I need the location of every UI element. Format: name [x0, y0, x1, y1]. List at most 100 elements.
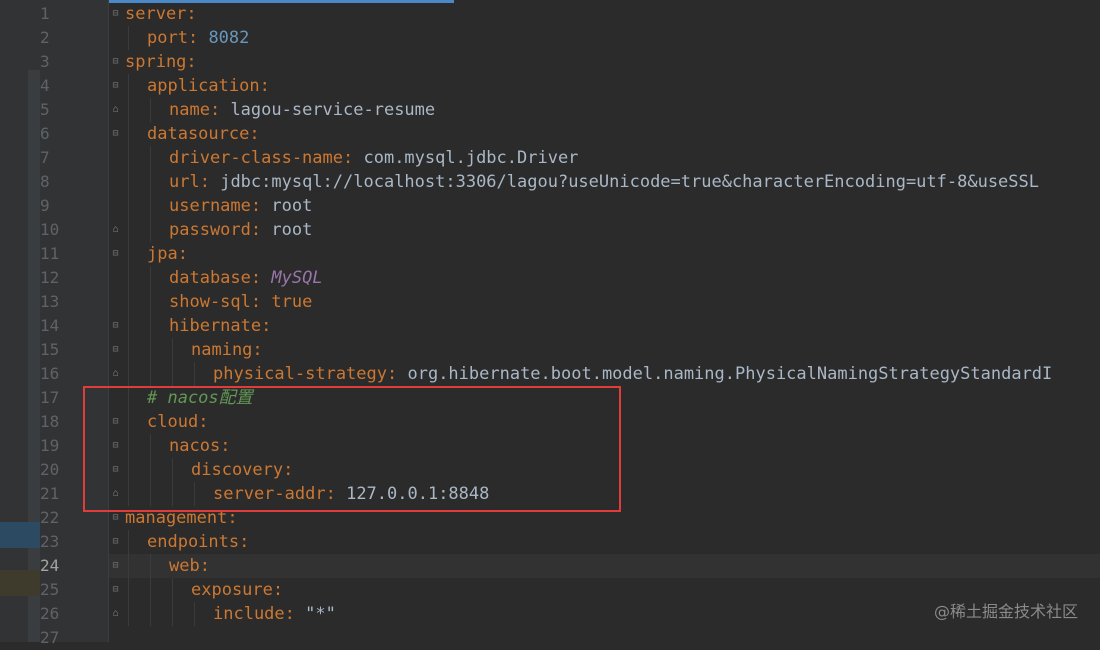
line-number: 10: [40, 220, 60, 239]
yaml-value: MySQL: [271, 268, 323, 288]
fold-end-icon[interactable]: ⌂: [110, 104, 121, 115]
indent-guide: [172, 602, 173, 626]
fold-end-icon[interactable]: ⌂: [110, 488, 121, 499]
code-editor[interactable]: server: port: 8082 spring: application: name…: [109, 0, 1100, 642]
indent-guide: [150, 338, 151, 362]
indent-guide: [128, 218, 129, 242]
fold-end-icon[interactable]: ⌂: [110, 224, 121, 235]
yaml-value: 8082: [208, 28, 250, 48]
yaml-colon: :: [187, 28, 209, 48]
fold-toggle-icon[interactable]: ⊟: [110, 584, 121, 595]
indent-guide: [150, 362, 151, 386]
yaml-key: name: [169, 100, 210, 120]
fold-end-icon[interactable]: ⌂: [110, 608, 121, 619]
selected-file-marker: [0, 522, 40, 548]
yaml-colon: :: [250, 196, 272, 216]
yaml-colon: :: [261, 316, 272, 336]
fold-toggle-icon[interactable]: ⊟: [110, 440, 121, 451]
indent-guide: [128, 530, 129, 554]
fold-toggle-icon[interactable]: ⊟: [110, 464, 121, 475]
left-tool-strip: [0, 0, 40, 642]
watermark: @稀土掘金技术社区: [933, 602, 1078, 621]
yaml-colon: :: [252, 340, 263, 360]
yaml-value: "*": [305, 604, 336, 624]
code-line[interactable]: driver-class-name: com.mysql.jdbc.Driver: [109, 146, 1100, 170]
code-line[interactable]: username: root: [109, 194, 1100, 218]
yaml-key: username: [169, 196, 251, 216]
line-number: 3: [40, 52, 50, 71]
code-line[interactable]: name: lagou-service-resume: [109, 98, 1100, 122]
code-line[interactable]: spring:: [109, 50, 1100, 74]
yaml-colon: :: [239, 532, 250, 552]
indent-guide: [150, 170, 151, 194]
code-line[interactable]: physical-strategy: org.hibernate.boot.mo…: [109, 362, 1100, 386]
code-line[interactable]: endpoints:: [109, 530, 1100, 554]
indent-guide: [128, 194, 129, 218]
line-number: 14: [40, 316, 60, 335]
fold-end-icon[interactable]: ⌂: [110, 368, 121, 379]
code-line[interactable]: port: 8082: [109, 26, 1100, 50]
code-line[interactable]: web:: [109, 554, 1100, 578]
code-line[interactable]: hibernate:: [109, 314, 1100, 338]
fold-toggle-icon[interactable]: ⊟: [110, 128, 121, 139]
indent-guide: [150, 578, 151, 602]
yaml-key: exposure: [191, 580, 273, 600]
indent-guide: [128, 122, 129, 146]
code-line[interactable]: jpa:: [109, 242, 1100, 266]
indent-guide: [150, 602, 151, 626]
code-line[interactable]: password: root: [109, 218, 1100, 242]
yaml-key: datasource: [147, 124, 250, 144]
indent-guide: [128, 554, 129, 578]
yaml-key: web: [169, 556, 200, 576]
yaml-key: endpoints: [147, 532, 240, 552]
yaml-colon: :: [177, 244, 188, 264]
fold-toggle-icon[interactable]: ⊟: [110, 512, 121, 523]
fold-toggle-icon[interactable]: ⊟: [110, 416, 121, 427]
yaml-colon: :: [250, 292, 272, 312]
indent-guide: [128, 362, 129, 386]
fold-toggle-icon[interactable]: ⊟: [110, 8, 121, 19]
code-line[interactable]: naming:: [109, 338, 1100, 362]
indent-guide: [128, 290, 129, 314]
indent-guide: [150, 314, 151, 338]
indent-guide: [128, 170, 129, 194]
line-number: 26: [40, 604, 60, 623]
fold-toggle-icon[interactable]: ⊟: [110, 344, 121, 355]
fold-toggle-icon[interactable]: ⊟: [110, 80, 121, 91]
line-number: 15: [40, 340, 60, 359]
line-number: 4: [40, 76, 50, 95]
project-scrollbar[interactable]: [28, 70, 40, 642]
yaml-colon: :: [272, 580, 284, 600]
line-number: 23: [40, 532, 60, 551]
yaml-colon: :: [250, 268, 272, 288]
yaml-value: lagou-service-resume: [230, 100, 436, 120]
line-number: 6: [40, 124, 50, 143]
indent-guide: [150, 146, 151, 170]
yaml-key: database: [169, 268, 251, 288]
line-number: 27: [40, 628, 60, 647]
fold-toggle-icon[interactable]: ⊟: [110, 248, 121, 259]
fold-toggle-icon[interactable]: ⊟: [110, 560, 121, 571]
yaml-colon: :: [259, 76, 270, 96]
yaml-key: physical-strategy: [213, 364, 387, 384]
indent-guide: [172, 578, 173, 602]
code-line[interactable]: application:: [109, 74, 1100, 98]
fold-toggle-icon[interactable]: ⊟: [110, 56, 121, 67]
code-line[interactable]: show-sql: true: [109, 290, 1100, 314]
indent-guide: [150, 194, 151, 218]
yaml-colon: :: [209, 100, 231, 120]
yaml-key: include: [213, 604, 285, 624]
line-number: 25: [40, 580, 60, 599]
code-line[interactable]: datasource:: [109, 122, 1100, 146]
fold-toggle-icon[interactable]: ⊟: [110, 320, 121, 331]
line-number: 1: [40, 4, 50, 23]
code-line[interactable]: url: jdbc:mysql://localhost:3306/lagou?u…: [109, 170, 1100, 194]
code-line[interactable]: database: MySQL: [109, 266, 1100, 290]
yaml-value: org.hibernate.boot.model.naming.Physical…: [407, 364, 1053, 384]
line-number: 19: [40, 436, 60, 455]
indent-guide: [128, 146, 129, 170]
indent-guide: [128, 602, 129, 626]
code-line[interactable]: [109, 626, 1100, 642]
fold-toggle-icon[interactable]: ⊟: [110, 536, 121, 547]
code-line[interactable]: server:: [109, 2, 1100, 26]
